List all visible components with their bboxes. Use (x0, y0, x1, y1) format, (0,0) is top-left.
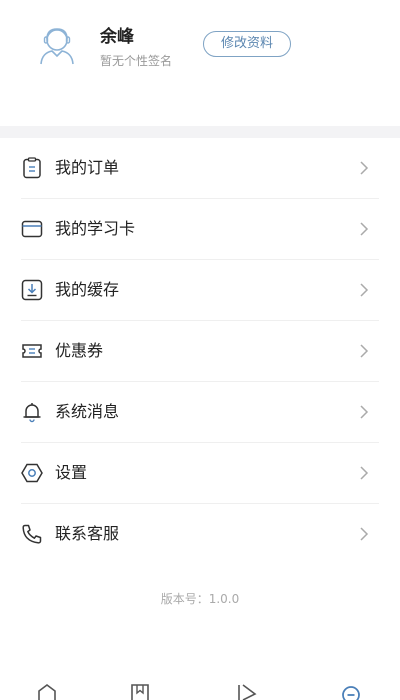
chevron-right-icon (360, 161, 369, 175)
edit-profile-button[interactable]: 修改资料 (203, 31, 291, 57)
version-text: 版本号：1.0.0 (160, 592, 240, 606)
chevron-right-icon (360, 527, 369, 541)
menu-item-study-card[interactable]: 我的学习卡 (21, 199, 379, 260)
menu-item-label: 设置 (55, 463, 88, 482)
bookmark-icon[interactable] (129, 684, 151, 700)
menu-item-label: 联系客服 (55, 524, 120, 543)
section-divider (0, 126, 400, 138)
play-icon[interactable] (236, 684, 258, 700)
user-name: 余峰 (100, 27, 134, 47)
user-signature: 暂无个性签名 (100, 54, 173, 68)
menu-item-label: 我的缓存 (55, 280, 120, 299)
menu-item-coupons[interactable]: 优惠券 (21, 321, 379, 382)
chevron-right-icon (360, 222, 369, 236)
profile-tab-icon[interactable] (340, 684, 362, 700)
download-icon (21, 279, 43, 301)
hexagon-settings-icon (21, 463, 43, 483)
chevron-right-icon (360, 405, 369, 419)
avatar-icon[interactable] (34, 22, 80, 68)
chevron-right-icon (360, 466, 369, 480)
bottom-tab-bar (0, 678, 400, 700)
home-icon[interactable] (36, 684, 58, 700)
phone-icon (22, 524, 42, 544)
menu-item-customer-service[interactable]: 联系客服 (21, 504, 379, 565)
chevron-right-icon (360, 344, 369, 358)
menu-item-label: 我的学习卡 (55, 219, 136, 238)
menu-item-label: 系统消息 (55, 402, 120, 421)
menu-list: 我的订单 我的学习卡 我的缓存 优惠券 系统消息 设置 联系客服 (0, 138, 400, 565)
menu-item-cache[interactable]: 我的缓存 (21, 260, 379, 321)
menu-item-label: 我的订单 (55, 158, 120, 177)
menu-item-settings[interactable]: 设置 (21, 443, 379, 504)
profile-header: 余峰 暂无个性签名 修改资料 (0, 0, 400, 126)
menu-item-orders[interactable]: 我的订单 (21, 138, 379, 199)
clipboard-icon (23, 157, 41, 179)
bell-icon (23, 403, 41, 423)
menu-item-messages[interactable]: 系统消息 (21, 382, 379, 443)
ticket-icon (22, 344, 42, 358)
card-icon (21, 220, 43, 238)
chevron-right-icon (360, 283, 369, 297)
menu-item-label: 优惠券 (55, 341, 104, 360)
